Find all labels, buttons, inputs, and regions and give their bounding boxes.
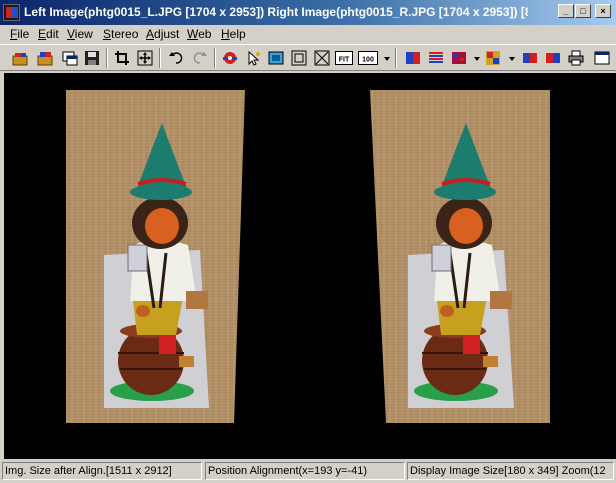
left-image [66,90,245,423]
toolbar: FIT 100 [0,44,616,71]
color-icon[interactable] [485,50,501,66]
move-icon[interactable] [137,50,153,66]
undo-icon[interactable] [168,50,184,66]
full-size-label: 100 [362,57,374,64]
toolbar-separator [106,48,108,68]
crop-icon[interactable] [114,50,130,66]
menu-stereo[interactable]: Stereo [103,27,138,41]
redo-icon[interactable] [192,50,208,66]
window-layout-icon[interactable] [594,50,610,66]
title-bar: Left Image(phtg0015_L.JPG [1704 x 2953])… [0,0,616,25]
right-image [370,90,550,423]
zoom-dropdown-arrow[interactable] [384,57,390,61]
status-display-size: Display Image Size[180 x 349] Zoom(12 [407,462,614,480]
status-bar: Img. Size after Align.[1511 x 2912] Posi… [0,460,616,483]
toolbar-separator [214,48,216,68]
menu-adjust[interactable]: Adjust [146,27,179,41]
menu-file[interactable]: File [10,27,29,41]
align-cursor-icon[interactable] [245,50,261,66]
swap-icon[interactable] [522,50,538,66]
window-title: Left Image(phtg0015_L.JPG [1704 x 2953])… [24,5,528,19]
fit-icon[interactable]: FIT [335,50,353,66]
full-screen-icon[interactable] [291,50,307,66]
open-left-icon[interactable] [12,50,28,66]
open-pair-icon[interactable] [62,50,78,66]
status-image-size: Img. Size after Align.[1511 x 2912] [2,462,202,480]
printer-icon[interactable] [568,50,584,66]
open-right-icon[interactable] [37,50,53,66]
toolbar-separator [159,48,161,68]
menu-bar: File Edit View Stereo Adjust Web Help [0,25,616,44]
save-icon[interactable] [84,50,100,66]
fit-label: FIT [339,57,350,64]
maximize-button[interactable]: □ [575,4,591,18]
auto-align-icon[interactable] [222,50,238,66]
actual-size-icon[interactable]: 100 [358,50,378,66]
side-by-side-icon[interactable] [405,50,421,66]
close-button[interactable]: × [595,4,611,18]
color-dropdown-arrow[interactable] [509,57,515,61]
stereo-image-viewport[interactable] [4,73,616,459]
menu-edit[interactable]: Edit [38,27,59,41]
menu-help[interactable]: Help [221,27,246,41]
status-position-alignment: Position Alignment(x=193 y=-41) [205,462,405,480]
minimize-button[interactable]: _ [558,4,574,18]
left-icon[interactable] [545,50,561,66]
app-icon[interactable] [3,4,20,21]
anaglyph-icon[interactable] [451,50,467,66]
fit-screen-icon[interactable] [314,50,330,66]
toolbar-separator [395,48,397,68]
frame-icon[interactable] [268,50,284,66]
stereo-mode-dropdown-arrow[interactable] [474,57,480,61]
interlaced-icon[interactable] [428,50,444,66]
menu-view[interactable]: View [67,27,93,41]
menu-web[interactable]: Web [187,27,211,41]
